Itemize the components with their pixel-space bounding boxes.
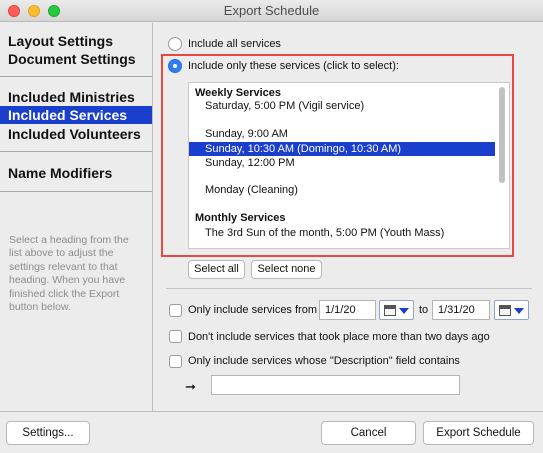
list-item[interactable]: The 3rd Sun of the month, 5:00 PM (Youth… bbox=[189, 226, 495, 240]
cancel-button[interactable]: Cancel bbox=[321, 421, 416, 445]
chevron-down-icon bbox=[399, 308, 409, 314]
export-schedule-button[interactable]: Export Schedule bbox=[423, 421, 534, 445]
date-range-label: Only include services from bbox=[188, 304, 317, 316]
list-scrollbar[interactable] bbox=[499, 87, 505, 183]
list-heading-weekly: Weekly Services bbox=[195, 87, 282, 99]
footer-bar: Settings... Cancel Export Schedule bbox=[0, 411, 543, 453]
description-filter-label: Only include services whose "Description… bbox=[188, 355, 460, 367]
window-title: Export Schedule bbox=[223, 3, 320, 18]
sidebar-divider bbox=[0, 191, 152, 192]
recent-services-checkbox[interactable] bbox=[169, 330, 182, 343]
chevron-down-icon bbox=[514, 308, 524, 314]
to-date-picker-button[interactable] bbox=[494, 300, 529, 320]
arrow-right-icon: ➞ bbox=[185, 379, 196, 394]
to-label: to bbox=[419, 304, 429, 316]
description-text-field[interactable] bbox=[211, 375, 460, 395]
calendar-icon bbox=[499, 305, 511, 316]
sidebar-help-text: Select a heading from the list above to … bbox=[9, 234, 129, 314]
title-bar: Export Schedule bbox=[0, 0, 543, 22]
list-item[interactable]: Monday (Cleaning) bbox=[189, 183, 495, 197]
sidebar-divider bbox=[0, 76, 152, 77]
sidebar-divider bbox=[0, 151, 152, 152]
include-all-label[interactable]: Include all services bbox=[188, 38, 281, 50]
list-item[interactable]: Saturday, 5:00 PM (Vigil service) bbox=[189, 99, 495, 113]
include-only-radio[interactable] bbox=[168, 59, 182, 73]
from-date-field[interactable]: 1/1/20 bbox=[319, 300, 376, 320]
sidebar: Layout Settings Document Settings Includ… bbox=[0, 23, 153, 411]
sidebar-item-layout-settings[interactable]: Layout Settings bbox=[0, 32, 152, 50]
description-filter-checkbox[interactable] bbox=[169, 355, 182, 368]
sidebar-item-name-modifiers[interactable]: Name Modifiers bbox=[0, 164, 152, 182]
list-item[interactable]: Sunday, 12:00 PM bbox=[189, 156, 495, 170]
select-none-button[interactable]: Select none bbox=[251, 260, 322, 279]
sidebar-item-document-settings[interactable]: Document Settings bbox=[0, 50, 152, 68]
settings-button[interactable]: Settings... bbox=[6, 421, 90, 445]
date-range-checkbox[interactable] bbox=[169, 304, 182, 317]
list-item-selected[interactable]: Sunday, 10:30 AM (Domingo, 10:30 AM) bbox=[189, 142, 495, 156]
to-date-field[interactable]: 1/31/20 bbox=[432, 300, 490, 320]
recent-services-label: Don't include services that took place m… bbox=[188, 331, 490, 343]
select-all-button[interactable]: Select all bbox=[188, 260, 245, 279]
sidebar-item-included-volunteers[interactable]: Included Volunteers bbox=[0, 125, 152, 143]
export-schedule-window: Export Schedule Layout Settings Document… bbox=[0, 0, 543, 453]
from-date-picker-button[interactable] bbox=[379, 300, 414, 320]
section-divider bbox=[166, 288, 532, 289]
calendar-icon bbox=[384, 305, 396, 316]
list-heading-monthly: Monthly Services bbox=[195, 212, 286, 224]
include-only-label[interactable]: Include only these services (click to se… bbox=[188, 60, 399, 72]
include-all-radio[interactable] bbox=[168, 37, 182, 51]
services-list[interactable]: Weekly Services Saturday, 5:00 PM (Vigil… bbox=[188, 82, 510, 249]
list-item[interactable]: Sunday, 9:00 AM bbox=[189, 127, 495, 141]
sidebar-item-included-services[interactable]: Included Services bbox=[0, 106, 152, 124]
sidebar-item-included-ministries[interactable]: Included Ministries bbox=[0, 88, 152, 106]
